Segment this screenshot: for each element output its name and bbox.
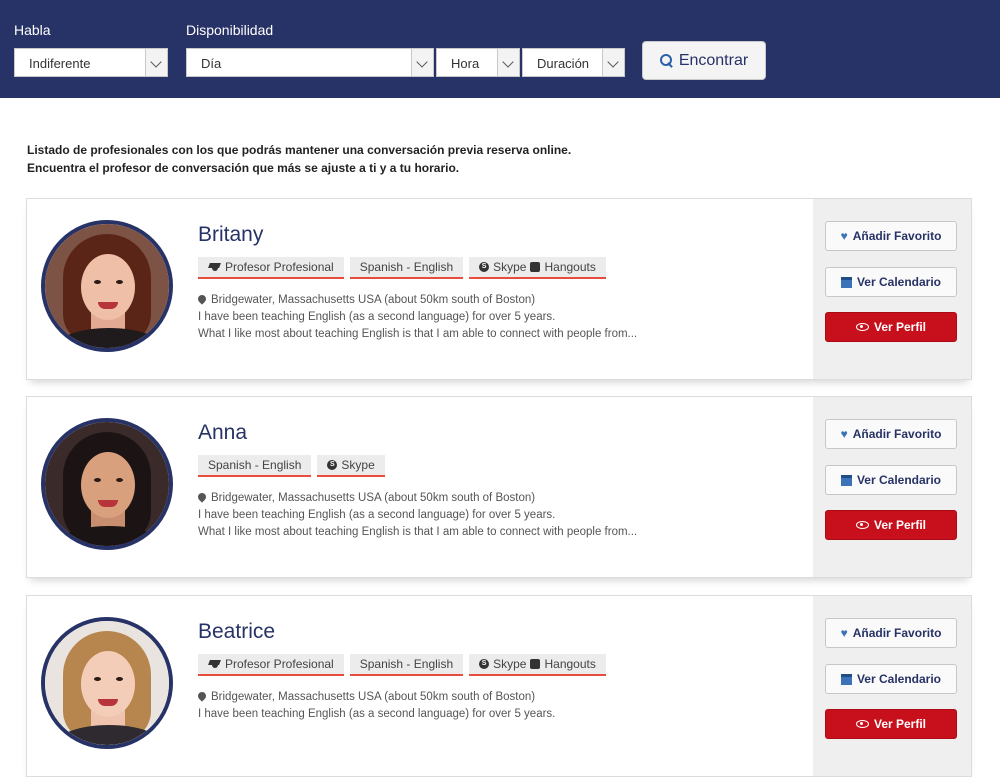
- calendar-icon: [840, 276, 852, 288]
- teacher-tags: Profesor Profesional Spanish - English S…: [198, 654, 606, 676]
- graduation-cap-icon: [208, 659, 221, 669]
- teacher-name[interactable]: Beatrice: [198, 620, 275, 644]
- teacher-bio-line: I have been teaching English (as a secon…: [198, 509, 556, 521]
- chevron-down-icon: [497, 49, 519, 76]
- teacher-card: Beatrice Profesor Profesional Spanish - …: [26, 595, 972, 777]
- day-select[interactable]: Día: [186, 48, 434, 77]
- availability-label: Disponibilidad: [186, 22, 274, 38]
- teacher-card: Anna Spanish - English S Skype Bridgewat…: [26, 396, 972, 578]
- intro-line-1: Listado de profesionales con los que pod…: [27, 143, 572, 157]
- graduation-cap-icon: [208, 262, 221, 272]
- avatar[interactable]: [41, 220, 173, 352]
- teacher-location: Bridgewater, Massachusetts USA (about 50…: [196, 689, 798, 706]
- chevron-down-icon: [145, 49, 167, 76]
- teacher-info: Bridgewater, Massachusetts USA (about 50…: [196, 292, 798, 343]
- hour-select-value: Hora: [451, 56, 480, 71]
- heart-icon: ♥: [840, 427, 848, 441]
- day-select-value: Día: [201, 56, 222, 71]
- add-favorite-button[interactable]: ♥ Añadir Favorito: [825, 221, 957, 251]
- hangouts-icon: [530, 659, 541, 669]
- location-pin-icon: [196, 690, 208, 702]
- calendar-icon: [840, 673, 852, 685]
- teacher-location: Bridgewater, Massachusetts USA (about 50…: [196, 292, 798, 309]
- heart-icon: ♥: [840, 626, 848, 640]
- search-icon: [659, 54, 673, 67]
- location-pin-icon: [196, 293, 208, 305]
- skype-icon: S: [327, 460, 338, 470]
- find-button[interactable]: Encontrar: [642, 41, 766, 80]
- teacher-card: Britany Profesor Profesional Spanish - E…: [26, 198, 972, 380]
- duration-select[interactable]: Duración: [522, 48, 625, 77]
- teacher-bio-line: I have been teaching English (as a secon…: [198, 311, 556, 323]
- view-calendar-button[interactable]: Ver Calendario: [825, 267, 957, 297]
- tag-languages: Spanish - English: [349, 654, 464, 676]
- teacher-location: Bridgewater, Massachusetts USA (about 50…: [196, 490, 798, 507]
- eye-icon: [855, 521, 869, 529]
- intro-text: Listado de profesionales con los que pod…: [27, 141, 571, 177]
- teacher-tags: Profesor Profesional Spanish - English S…: [198, 257, 606, 279]
- teacher-bio-line: What I like most about teaching English …: [198, 526, 638, 538]
- tag-platforms: S Skype: [317, 455, 385, 477]
- view-calendar-button[interactable]: Ver Calendario: [825, 664, 957, 694]
- search-bar: Habla Disponibilidad Indiferente Día Hor…: [0, 0, 1000, 98]
- teacher-bio-line: What I like most about teaching English …: [198, 328, 638, 340]
- chevron-down-icon: [411, 49, 433, 76]
- chevron-down-icon: [602, 49, 624, 76]
- language-select[interactable]: Indiferente: [14, 48, 168, 77]
- tag-platforms: S Skype Hangouts: [469, 654, 606, 676]
- view-profile-button[interactable]: Ver Perfil: [825, 312, 957, 342]
- language-label: Habla: [14, 22, 51, 38]
- tag-platforms: S Skype Hangouts: [469, 257, 606, 279]
- heart-icon: ♥: [840, 229, 848, 243]
- eye-icon: [855, 323, 869, 331]
- view-profile-button[interactable]: Ver Perfil: [825, 510, 957, 540]
- tag-professional: Profesor Profesional: [198, 654, 344, 676]
- add-favorite-button[interactable]: ♥ Añadir Favorito: [825, 419, 957, 449]
- skype-icon: S: [479, 659, 490, 669]
- tag-languages: Spanish - English: [349, 257, 464, 279]
- eye-icon: [855, 720, 869, 728]
- add-favorite-button[interactable]: ♥ Añadir Favorito: [825, 618, 957, 648]
- language-select-value: Indiferente: [29, 56, 91, 71]
- calendar-icon: [840, 474, 852, 486]
- hangouts-icon: [530, 262, 541, 272]
- tag-languages: Spanish - English: [198, 455, 312, 477]
- teacher-info: Bridgewater, Massachusetts USA (about 50…: [196, 689, 798, 723]
- hour-select[interactable]: Hora: [436, 48, 520, 77]
- teacher-name[interactable]: Britany: [198, 223, 263, 247]
- location-pin-icon: [196, 491, 208, 503]
- teacher-bio-line: I have been teaching English (as a secon…: [198, 708, 556, 720]
- avatar[interactable]: [41, 418, 173, 550]
- teacher-info: Bridgewater, Massachusetts USA (about 50…: [196, 490, 798, 541]
- teacher-tags: Spanish - English S Skype: [198, 455, 385, 477]
- avatar[interactable]: [41, 617, 173, 749]
- skype-icon: S: [479, 262, 490, 272]
- intro-line-2: Encuentra el profesor de conversación qu…: [27, 161, 460, 175]
- find-button-label: Encontrar: [678, 51, 749, 69]
- duration-select-value: Duración: [537, 56, 590, 71]
- teacher-name[interactable]: Anna: [198, 421, 247, 445]
- tag-professional: Profesor Profesional: [198, 257, 344, 279]
- view-calendar-button[interactable]: Ver Calendario: [825, 465, 957, 495]
